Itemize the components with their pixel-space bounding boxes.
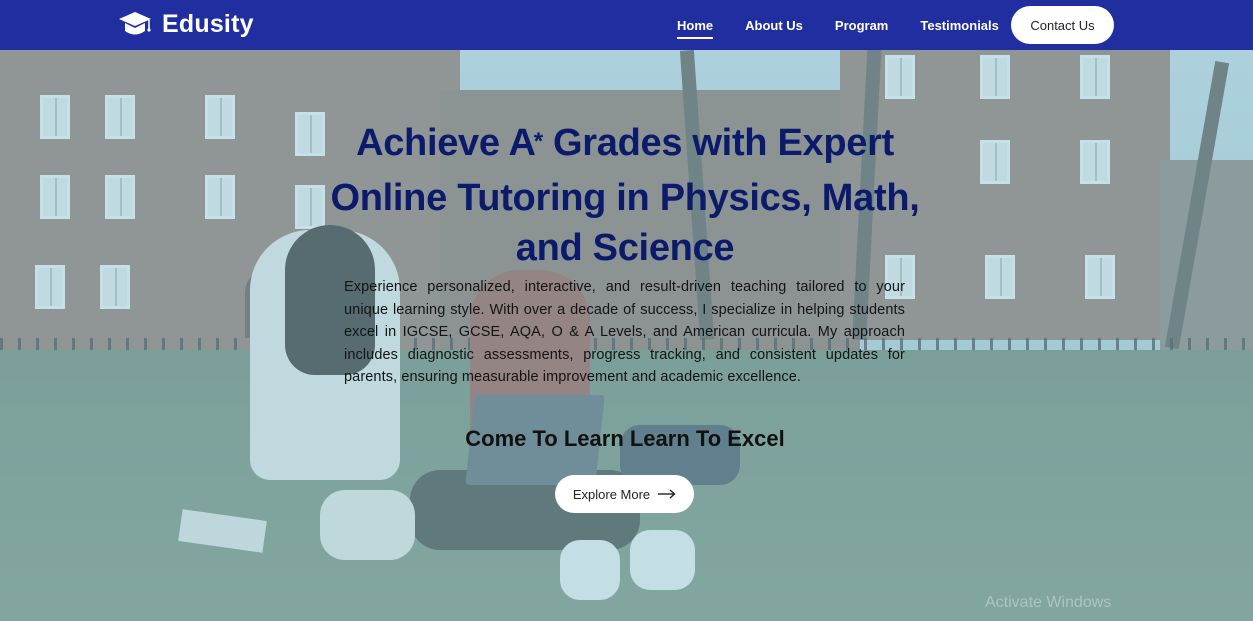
explore-more-label: Explore More xyxy=(572,486,651,502)
top-navbar: Edusity Home About Us Program Testimonia… xyxy=(0,0,1253,50)
nav-link-about-us[interactable]: About Us xyxy=(745,18,803,33)
hero-headline: Achieve A* Grades with Expert Online Tut… xyxy=(325,118,925,273)
nav-link-program[interactable]: Program xyxy=(835,18,888,33)
nav-link-testimonials[interactable]: Testimonials xyxy=(920,18,999,33)
arrow-right-icon xyxy=(658,489,676,499)
hero-tagline: Come To Learn Learn To Excel xyxy=(465,426,785,451)
hero-section: Achieve A* Grades with Expert Online Tut… xyxy=(0,0,1253,621)
headline-asterisk: * xyxy=(533,128,543,155)
activate-windows-watermark: Activate Windows xyxy=(985,594,1112,611)
headline-part-1: Achieve A xyxy=(356,122,536,164)
brand-logo[interactable]: Edusity xyxy=(118,9,254,39)
graduation-cap-icon xyxy=(119,12,151,35)
nav-link-home[interactable]: Home xyxy=(677,18,714,39)
hero-intro-paragraph: Experience personalized, interactive, an… xyxy=(344,279,905,385)
explore-more-button[interactable]: Explore More xyxy=(555,475,694,513)
brand-name: Edusity xyxy=(162,9,254,38)
nav-links: Home About Us Program Testimonials xyxy=(677,0,1031,50)
contact-us-button[interactable]: Contact Us xyxy=(1011,6,1114,44)
